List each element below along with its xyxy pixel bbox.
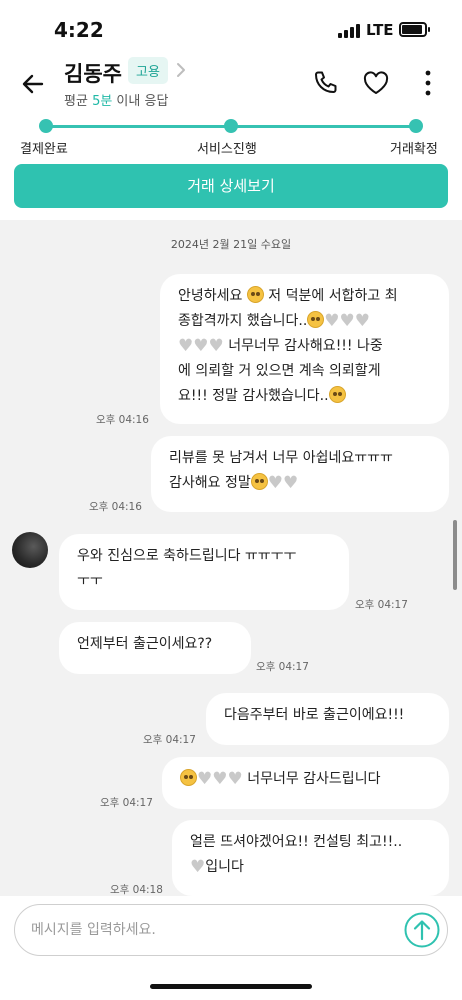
response-suffix: 이내 응답 (112, 94, 169, 109)
message-line: ㅜㅜ (77, 569, 331, 594)
message-text: 우와 진심으로 축하드립니다 ㅠㅠㅜㅜ (77, 548, 297, 564)
response-prefix: 평균 (64, 94, 93, 109)
heart-icon[interactable] (362, 70, 390, 96)
message-text: ㅜㅜ (77, 573, 103, 589)
message-line: 리뷰를 못 남겨서 너무 아쉽네요ㅠㅠㅠ (169, 446, 431, 471)
message-text: 언제부터 출근이세요?? (77, 636, 213, 652)
message-text: 다음주부터 바로 출근이에요!!! (224, 707, 405, 723)
message-line: 안녕하세요 저 덕분에 서합하고 최 (178, 284, 431, 309)
date-separator: 2024년 2월 21일 수요일 (170, 238, 292, 251)
message-line: 다음주부터 바로 출근이에요!!! (224, 703, 431, 728)
message-line: 우와 진심으로 축하드립니다 ㅠㅠㅜㅜ (77, 544, 331, 569)
message-line: 얼른 뜨셔야겠어요!! 컨설팅 최고!!.. (190, 830, 431, 855)
white-heart-emoji: ♥ (282, 473, 299, 493)
back-arrow-icon[interactable] (18, 68, 50, 100)
white-heart-emoji: ♥ (212, 769, 228, 789)
deal-detail-button[interactable]: 거래 상세보기 (14, 164, 448, 208)
progress-step-label: 결제완료 (20, 142, 68, 157)
message-line: 감사해요 정말 ♥♥ (169, 471, 431, 496)
message-line: ♥♥♥ 너무너무 감사드립니다 (180, 767, 431, 792)
message-timestamp: 오후 04:16 (89, 501, 142, 513)
pleading-face-emoji (246, 286, 264, 303)
progress-area: 결제완료 서비스진행 거래확정 거래 상세보기 (0, 116, 462, 220)
message-text: 입니다 (205, 859, 244, 875)
message-text: 리뷰를 못 남겨서 너무 아쉽네요ㅠㅠㅠ (169, 450, 393, 466)
message-text: 안녕하세요 (178, 288, 247, 304)
progress-dot-2 (224, 119, 238, 133)
progress-dot-1 (39, 119, 53, 133)
message-text: 에 의뢰할 거 있으면 계속 의뢰할게 (178, 363, 381, 379)
message-timestamp: 오후 04:18 (110, 884, 163, 896)
message-line: 종합격까지 했습니다.. ♥♥♥ (178, 309, 431, 334)
white-heart-emoji: ♥ (354, 311, 371, 331)
message-timestamp: 오후 04:17 (355, 599, 408, 611)
message-text: 종합격까지 했습니다.. (178, 313, 308, 329)
pleading-face-emoji (328, 386, 346, 403)
contact-name[interactable]: 김동주 (64, 58, 122, 88)
message-timestamp: 오후 04:17 (256, 661, 309, 673)
message-text: 너무너무 감사해요!!! 나중 (223, 338, 383, 354)
white-heart-emoji: ♥ (178, 336, 194, 356)
message-text: 저 덕분에 서합하고 최 (263, 288, 398, 304)
network-label: LTE (366, 21, 394, 39)
white-heart-emoji: ♥ (197, 769, 213, 789)
progress-step-label: 서비스진행 (197, 142, 257, 157)
more-vertical-icon[interactable] (414, 68, 442, 98)
status-time: 4:22 (54, 18, 104, 42)
message-timestamp: 오후 04:16 (96, 414, 149, 426)
message-bubble-outgoing: 안녕하세요 저 덕분에 서합하고 최 종합격까지 했습니다.. ♥♥♥ ♥♥♥ 너무너… (160, 274, 449, 424)
message-bubble-outgoing: 얼른 뜨셔야겠어요!! 컨설팅 최고!!.. ♥입니다 (172, 820, 449, 896)
message-timestamp: 오후 04:17 (143, 734, 196, 746)
message-line: 요!!! 정말 감사했습니다.. (178, 384, 431, 409)
message-bubble-outgoing: 다음주부터 바로 출근이에요!!! (206, 693, 449, 745)
message-line: 에 의뢰할 거 있으면 계속 의뢰할게 (178, 359, 431, 384)
response-time: 평균 5분 이내 응답 (64, 90, 168, 109)
pleading-face-emoji (250, 473, 268, 490)
message-bubble-incoming: 언제부터 출근이세요?? (59, 622, 251, 674)
message-text: 요!!! 정말 감사했습니다.. (178, 388, 329, 404)
white-heart-emoji: ♥ (208, 336, 224, 356)
avatar[interactable] (12, 532, 48, 568)
pleading-face-emoji (180, 769, 197, 786)
message-input[interactable] (14, 904, 448, 956)
white-heart-emoji: ♥ (339, 311, 355, 331)
message-timestamp: 오후 04:17 (100, 797, 153, 809)
white-heart-emoji: ♥ (227, 769, 243, 789)
message-bubble-outgoing: 리뷰를 못 남겨서 너무 아쉽네요ㅠㅠㅠ 감사해요 정말 ♥♥ (151, 436, 449, 512)
message-line: ♥♥♥ 너무너무 감사해요!!! 나중 (178, 334, 431, 359)
signal-icon (338, 24, 360, 38)
status-bar: 4:22 LTE (0, 0, 462, 52)
white-heart-emoji: ♥ (324, 311, 340, 331)
send-arrow-icon[interactable] (404, 912, 440, 948)
message-bubble-outgoing: ♥♥♥ 너무너무 감사드립니다 (162, 757, 449, 809)
white-heart-emoji: ♥ (267, 473, 283, 493)
pleading-face-emoji (307, 311, 325, 328)
battery-icon (399, 22, 430, 37)
response-highlight: 5분 (92, 94, 113, 109)
white-heart-emoji: ♥ (193, 336, 209, 356)
phone-icon[interactable] (312, 70, 338, 96)
progress-step-label: 거래확정 (390, 142, 438, 157)
progress-dot-3 (409, 119, 423, 133)
message-line: 언제부터 출근이세요?? (77, 632, 233, 657)
home-indicator (150, 984, 312, 989)
white-heart-emoji: ♥ (190, 857, 206, 877)
message-text: 너무너무 감사드립니다 (242, 771, 381, 787)
message-line: ♥입니다 (190, 855, 431, 880)
status-badge: 고용 (128, 57, 168, 84)
chat-header: 김동주 고용 평균 5분 이내 응답 (0, 52, 462, 116)
scrollbar[interactable] (453, 520, 457, 590)
message-text: 얼른 뜨셔야겠어요!! 컨설팅 최고!!.. (190, 834, 403, 850)
message-bubble-incoming: 우와 진심으로 축하드립니다 ㅠㅠㅜㅜ ㅜㅜ (59, 534, 349, 610)
chevron-right-icon[interactable] (174, 60, 188, 80)
message-text: 감사해요 정말 (169, 475, 251, 491)
